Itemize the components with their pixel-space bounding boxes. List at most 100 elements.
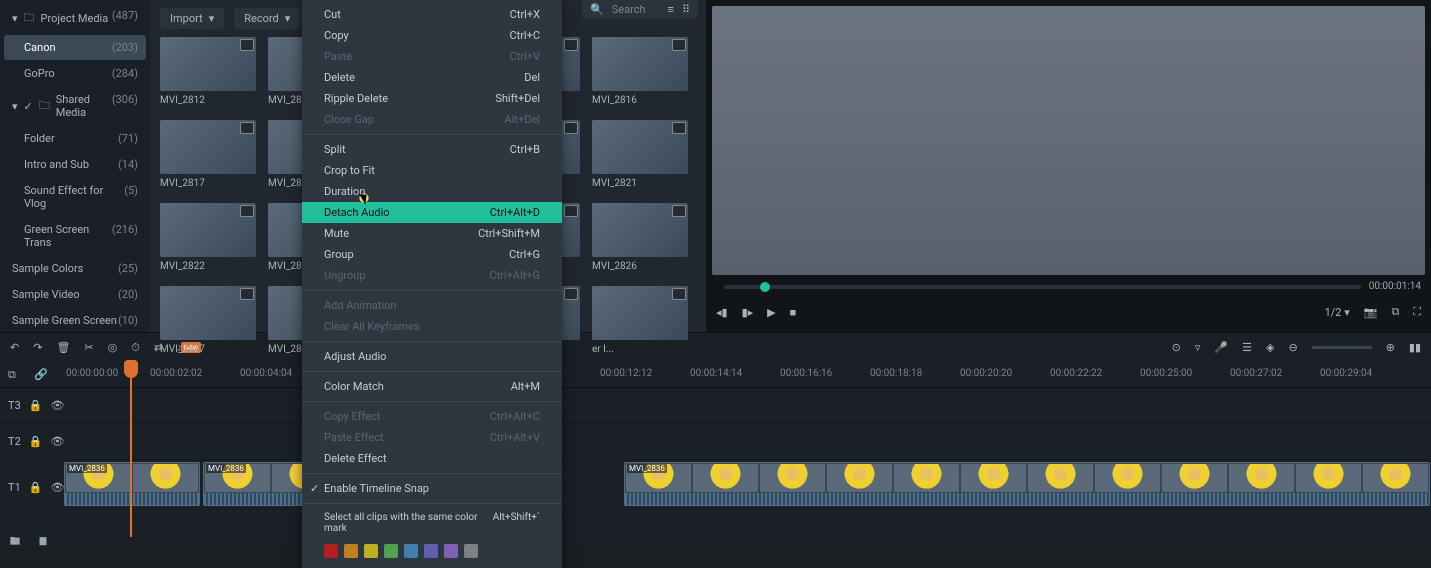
import-dropdown[interactable]: Import▾ bbox=[160, 8, 224, 29]
context-menu-item[interactable]: GroupCtrl+G bbox=[302, 244, 562, 265]
media-thumb[interactable]: MVI_2812 bbox=[160, 37, 256, 106]
media-thumb[interactable]: MVI_2822 bbox=[160, 203, 256, 272]
context-menu-item[interactable]: Crop to Fit bbox=[302, 160, 562, 181]
keyframe-icon[interactable]: ◈ bbox=[1266, 341, 1274, 354]
context-menu-item[interactable]: Ripple DeleteShift+Del bbox=[302, 88, 562, 109]
fullscreen-icon[interactable]: ⛶ bbox=[1413, 305, 1421, 319]
context-menu-item[interactable]: Adjust Audio bbox=[302, 346, 562, 367]
context-menu-item[interactable]: DeleteDel bbox=[302, 67, 562, 88]
zoom-out-button[interactable]: ⊖ bbox=[1288, 341, 1297, 354]
lock-icon[interactable]: 🔒 bbox=[29, 435, 43, 448]
context-menu-item[interactable]: Detach AudioCtrl+Alt+D bbox=[302, 202, 562, 223]
play-button[interactable]: ▶ bbox=[767, 306, 775, 319]
media-thumb[interactable]: MVI_2816 bbox=[592, 37, 688, 106]
crop-button[interactable]: ◎ bbox=[108, 341, 118, 354]
voiceover-icon[interactable]: 🎤 bbox=[1214, 341, 1228, 354]
sidebar-item[interactable]: GoPro(284) bbox=[4, 61, 146, 86]
color-swatch[interactable] bbox=[384, 544, 398, 558]
menu-item-label: Paste Effect bbox=[324, 431, 384, 444]
add-to-timeline-icon[interactable] bbox=[240, 122, 254, 134]
media-thumb[interactable]: MVI_2826 bbox=[592, 203, 688, 272]
add-to-timeline-icon[interactable] bbox=[240, 205, 254, 217]
sidebar-item[interactable]: Intro and Sub(14) bbox=[4, 152, 146, 177]
context-menu-item[interactable]: CutCtrl+X bbox=[302, 4, 562, 25]
sidebar-item[interactable]: Folder(71) bbox=[4, 126, 146, 151]
timeline-ruler[interactable]: ⧉ 🔗 00:00:00:00 00:00:02:0200:00:04:0400… bbox=[0, 362, 1431, 388]
stop-button[interactable]: ■ bbox=[790, 306, 797, 319]
sidebar-item[interactable]: Sample Green Screen(10) bbox=[4, 308, 146, 333]
quality-dropdown[interactable]: 1/2 ▾ bbox=[1325, 306, 1350, 319]
color-swatch[interactable] bbox=[324, 544, 338, 558]
record-dropdown[interactable]: Record▾ bbox=[234, 8, 300, 29]
grid-view-icon[interactable]: ⠿ bbox=[682, 3, 690, 16]
mixer-icon[interactable]: ☰ bbox=[1242, 341, 1252, 354]
redo-button[interactable]: ↷ bbox=[33, 341, 42, 354]
media-thumb[interactable]: MVI_2817 bbox=[160, 120, 256, 189]
lock-icon[interactable]: 🔒 bbox=[29, 399, 43, 412]
undo-button[interactable]: ↶ bbox=[10, 341, 19, 354]
link-icon[interactable]: 🔗 bbox=[34, 368, 48, 381]
sidebar-item[interactable]: Green Screen Trans(216) bbox=[4, 217, 146, 255]
context-menu-item[interactable]: Enable Timeline Snap bbox=[302, 478, 562, 499]
color-swatch[interactable] bbox=[344, 544, 358, 558]
color-swatch[interactable] bbox=[444, 544, 458, 558]
add-to-timeline-icon[interactable] bbox=[672, 122, 686, 134]
speed-button[interactable]: ⏱ bbox=[131, 341, 140, 355]
seek-bar[interactable] bbox=[724, 285, 1361, 289]
add-to-timeline-icon[interactable] bbox=[564, 205, 578, 217]
mark-in-icon[interactable]: ⧉ bbox=[1391, 305, 1399, 319]
sidebar-item-label: Sample Colors bbox=[12, 262, 83, 275]
lock-icon[interactable]: 🔒 bbox=[29, 481, 43, 494]
add-to-timeline-icon[interactable] bbox=[240, 39, 254, 51]
context-menu-item[interactable]: MuteCtrl+Shift+M bbox=[302, 223, 562, 244]
item-count: (203) bbox=[112, 41, 138, 54]
render-icon[interactable]: ⊙ bbox=[1172, 341, 1181, 354]
context-menu-item[interactable]: Delete Effect bbox=[302, 448, 562, 469]
eye-icon[interactable]: 👁 bbox=[50, 399, 64, 412]
context-menu-item[interactable]: Select all clips with the same color mar… bbox=[302, 508, 562, 538]
add-to-timeline-icon[interactable] bbox=[564, 122, 578, 134]
add-to-timeline-icon[interactable] bbox=[564, 39, 578, 51]
eye-icon[interactable]: 👁 bbox=[50, 435, 64, 448]
media-thumb[interactable]: MVI_2827 bbox=[160, 286, 256, 355]
color-swatch[interactable] bbox=[464, 544, 478, 558]
menu-item-shortcut: Ctrl+Alt+V bbox=[490, 431, 540, 444]
search-input[interactable]: 🔍 Search ≡ ⠿ bbox=[582, 0, 698, 19]
sidebar-item[interactable]: Sound Effect for Vlog(5) bbox=[4, 178, 146, 216]
sidebar-item[interactable]: Sample Colors(25) bbox=[4, 256, 146, 281]
eye-icon[interactable]: 👁 bbox=[50, 481, 64, 494]
add-to-timeline-icon[interactable] bbox=[564, 288, 578, 300]
prev-frame-button[interactable]: ◂▮ bbox=[716, 306, 728, 319]
context-menu-item[interactable]: CopyCtrl+C bbox=[302, 25, 562, 46]
sidebar-item[interactable]: Canon(203) bbox=[4, 35, 146, 60]
split-button[interactable]: ✂ bbox=[84, 341, 93, 354]
add-to-timeline-icon[interactable] bbox=[672, 288, 686, 300]
thumb-label: MVI_2817 bbox=[160, 178, 256, 189]
color-swatch[interactable] bbox=[404, 544, 418, 558]
add-to-timeline-icon[interactable] bbox=[672, 205, 686, 217]
marker-icon[interactable]: ▿ bbox=[1195, 341, 1201, 354]
color-swatch[interactable] bbox=[424, 544, 438, 558]
auto-ripple-icon[interactable]: ⧉ bbox=[8, 368, 16, 382]
context-menu-item[interactable]: Duration bbox=[302, 181, 562, 202]
zoom-in-button[interactable]: ⊕ bbox=[1386, 341, 1395, 354]
add-to-timeline-icon[interactable] bbox=[672, 39, 686, 51]
video-clip[interactable]: MVI_2836 bbox=[64, 462, 200, 506]
context-menu-item[interactable]: Color MatchAlt+M bbox=[302, 376, 562, 397]
video-clip[interactable]: MVI_2836 bbox=[624, 462, 1430, 506]
sidebar-item[interactable]: Sample Video(20) bbox=[4, 282, 146, 307]
color-swatch[interactable] bbox=[364, 544, 378, 558]
context-menu-item[interactable]: SplitCtrl+B bbox=[302, 139, 562, 160]
next-frame-button[interactable]: ▮▸ bbox=[742, 306, 754, 319]
sidebar-item[interactable]: ▾🗀Project Media(487) bbox=[4, 3, 146, 34]
zoom-slider[interactable] bbox=[1312, 346, 1372, 349]
delete-button[interactable]: 🗑 bbox=[56, 341, 70, 354]
add-to-timeline-icon[interactable] bbox=[240, 288, 254, 300]
snapshot-icon[interactable]: 📷 bbox=[1364, 306, 1378, 319]
sidebar-item[interactable]: ▾✓🗀Shared Media(306) bbox=[4, 87, 146, 125]
zoom-fit-button[interactable]: ▮▮ bbox=[1409, 341, 1421, 354]
media-thumb[interactable]: MVI_2821 bbox=[592, 120, 688, 189]
preview-video[interactable] bbox=[712, 6, 1425, 275]
media-thumb[interactable]: er I... bbox=[592, 286, 688, 355]
sort-icon[interactable]: ≡ bbox=[668, 3, 674, 16]
